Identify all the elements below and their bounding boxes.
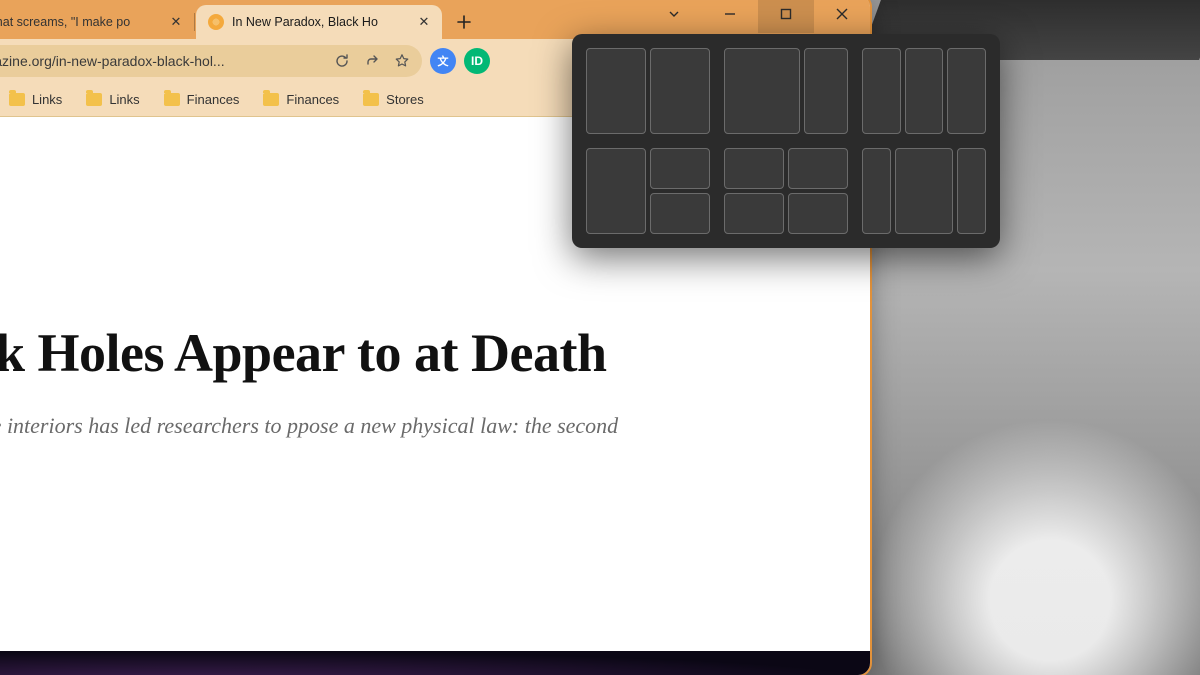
bookmark-folder-links[interactable]: Links: [0, 88, 72, 111]
extension-id-icon[interactable]: ID: [464, 48, 490, 74]
bookmark-label: Links: [32, 92, 62, 107]
close-icon[interactable]: ✕: [416, 14, 432, 30]
snap-zone[interactable]: [804, 48, 848, 134]
snap-layout-center-wide[interactable]: [862, 148, 986, 234]
minimize-button[interactable]: [702, 0, 758, 33]
quanta-icon: [208, 14, 224, 30]
article-headline: aradox, Black Holes Appear to at Death: [0, 324, 730, 383]
snap-layout-thirds[interactable]: [862, 48, 986, 134]
folder-icon: [86, 93, 102, 106]
share-icon[interactable]: [362, 51, 382, 71]
snap-zone[interactable]: [895, 148, 953, 234]
article-kicker[interactable]: THEORY: [0, 287, 730, 302]
bookmark-label: Finances: [187, 92, 240, 107]
bookmark-label: Links: [109, 92, 139, 107]
snap-zone[interactable]: [724, 148, 784, 189]
bookmark-label: Finances: [286, 92, 339, 107]
address-bar[interactable]: uantamagazine.org/in-new-paradox-black-h…: [0, 45, 422, 77]
snap-zone[interactable]: [862, 48, 901, 134]
snap-layout-left-stack[interactable]: [586, 148, 710, 234]
folder-icon: [363, 93, 379, 106]
snap-zone[interactable]: [650, 148, 710, 189]
tab-title: What screams, "I make po: [0, 15, 160, 29]
maximize-button[interactable]: [758, 0, 814, 33]
article-hero-image: [0, 651, 870, 675]
article: THEORY aradox, Black Holes Appear to at …: [0, 287, 730, 478]
folder-icon: [9, 93, 25, 106]
snap-zone[interactable]: [650, 193, 710, 234]
folder-icon: [164, 93, 180, 106]
window-caret-button[interactable]: [646, 0, 702, 33]
snap-zone[interactable]: [650, 48, 710, 134]
snap-zone[interactable]: [957, 148, 986, 234]
bookmark-star-icon[interactable]: [392, 51, 412, 71]
snap-zone[interactable]: [788, 193, 848, 234]
bookmark-folder-links[interactable]: Links: [76, 88, 149, 111]
google-translate-icon[interactable]: 文: [430, 48, 456, 74]
bookmark-folder-finances[interactable]: Finances: [253, 88, 349, 111]
article-dek: e puzzling behavior of black hole interi…: [0, 409, 630, 477]
url-text: uantamagazine.org/in-new-paradox-black-h…: [0, 53, 322, 69]
snap-zone[interactable]: [788, 148, 848, 189]
bookmark-folder-finances[interactable]: Finances: [154, 88, 250, 111]
snap-layout-70-30[interactable]: [724, 48, 848, 134]
snap-zone[interactable]: [724, 193, 784, 234]
snap-zone[interactable]: [586, 148, 646, 234]
snap-layouts-flyout: [572, 34, 1000, 248]
snap-layout-quarters[interactable]: [724, 148, 848, 234]
close-window-button[interactable]: [814, 0, 870, 33]
snap-zone[interactable]: [586, 48, 646, 134]
snap-layout-side-by-side[interactable]: [586, 48, 710, 134]
tab-2-active[interactable]: In New Paradox, Black Ho ✕: [196, 5, 442, 39]
bookmark-label: Stores: [386, 92, 424, 107]
snap-zone[interactable]: [905, 48, 944, 134]
bookmark-folder-stores[interactable]: Stores: [353, 88, 434, 111]
snap-zone[interactable]: [947, 48, 986, 134]
reload-icon[interactable]: [332, 51, 352, 71]
snap-zone[interactable]: [724, 48, 800, 134]
tab-title: In New Paradox, Black Ho: [232, 15, 408, 29]
folder-icon: [263, 93, 279, 106]
close-icon[interactable]: ✕: [168, 14, 184, 30]
snap-zone[interactable]: [862, 148, 891, 234]
new-tab-button[interactable]: [450, 8, 478, 36]
tab-1[interactable]: What screams, "I make po ✕: [0, 5, 194, 39]
